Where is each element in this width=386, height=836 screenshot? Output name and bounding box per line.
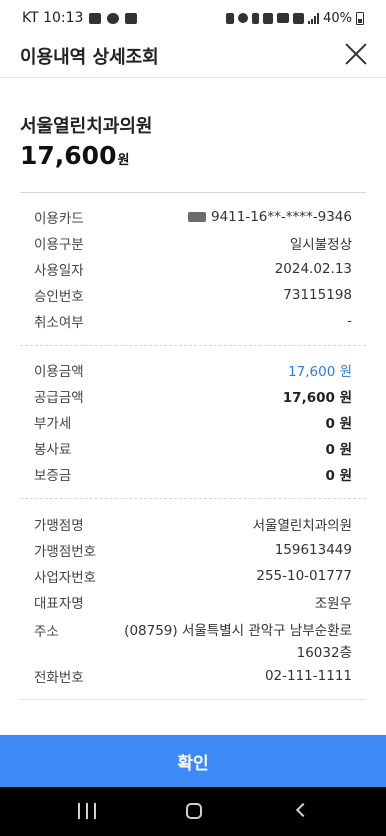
recent-apps-icon[interactable]	[78, 803, 96, 819]
page-title: 이용내역 상세조회	[20, 47, 159, 68]
signal-icon	[308, 12, 320, 24]
battery-text: 40%	[323, 10, 352, 26]
detail-value: 2024.02.13	[274, 261, 352, 277]
merchant-name: 서울열린치과의원	[20, 116, 153, 137]
merchant-label: 대표자명	[34, 596, 84, 612]
alarm-icon	[238, 13, 249, 23]
detail-row-type: 이용구분 일시불정상	[34, 232, 352, 254]
merchant-row-name: 가맹점명 서울열린치과의원	[34, 513, 352, 535]
merchant-label: 사업자번호	[34, 570, 97, 586]
total-amount-block: 17,600 원	[20, 141, 129, 170]
amount-value: 17,600 원	[282, 390, 352, 406]
merchant-row-number: 가맹점번호 159613449	[34, 539, 352, 561]
merchant-value: 159613449	[274, 542, 352, 558]
amount-value: 0 원	[325, 416, 352, 432]
detail-value: 73115198	[283, 287, 352, 303]
status-bar: KT 10:13 40%	[0, 0, 386, 36]
gallery-icon	[89, 12, 102, 24]
page-header: 이용내역 상세조회	[0, 36, 386, 78]
5g-icon	[293, 12, 305, 24]
section-divider	[20, 498, 366, 499]
total-amount: 17,600	[20, 141, 117, 170]
section-divider	[20, 345, 366, 346]
merchant-value: 서울열린치과의원	[252, 518, 352, 534]
detail-value: 일시불정상	[289, 237, 352, 253]
amount-row-vat: 부가세 0 원	[34, 411, 352, 433]
back-icon[interactable]	[295, 802, 311, 818]
card-icon	[187, 212, 206, 222]
talk-icon	[125, 12, 138, 24]
confirm-button[interactable]: 확인	[0, 735, 386, 787]
amount-row-usage: 이용금액 17,600 원	[34, 359, 352, 381]
card-number: 9411-16**-****-9346	[210, 209, 352, 225]
hd-icon	[277, 13, 290, 23]
status-time: KT 10:13	[22, 10, 84, 26]
amount-row-deposit: 보증금 0 원	[34, 463, 352, 485]
amount-label: 이용금액	[34, 364, 84, 380]
detail-value: -	[347, 313, 352, 329]
amount-row-supply: 공급금액 17,600 원	[34, 385, 352, 407]
chat-icon	[107, 12, 120, 24]
merchant-label: 전화번호	[34, 670, 84, 686]
detail-label: 사용일자	[34, 263, 84, 279]
battery-icon	[356, 11, 364, 25]
amount-value: 0 원	[325, 442, 352, 458]
home-icon[interactable]	[186, 803, 202, 819]
detail-label: 이용구분	[34, 237, 84, 253]
status-right: 40%	[226, 11, 364, 26]
close-icon[interactable]	[344, 42, 368, 66]
merchant-value: 02-111-1111	[264, 668, 352, 684]
nfc-icon	[226, 12, 235, 24]
merchant-label: 가맹점명	[34, 518, 84, 534]
detail-row-card: 이용카드 9411-16**-****-9346	[34, 206, 352, 228]
amount-label: 공급금액	[34, 390, 84, 406]
merchant-value: 255-10-01777	[256, 568, 352, 584]
detail-value-card: 9411-16**-****-9346	[187, 209, 352, 225]
merchant-row-phone: 전화번호 02-111-1111	[34, 665, 352, 687]
divider	[20, 192, 366, 193]
mute-icon	[263, 12, 274, 24]
detail-label: 이용카드	[34, 211, 84, 227]
detail-label: 승인번호	[34, 289, 84, 305]
total-unit: 원	[117, 153, 130, 168]
status-left: KT 10:13	[22, 10, 138, 26]
detail-row-date: 사용일자 2024.02.13	[34, 258, 352, 280]
amount-row-service: 봉사료 0 원	[34, 437, 352, 459]
detail-row-approval: 승인번호 73115198	[34, 284, 352, 306]
bluetooth-icon	[252, 12, 260, 24]
detail-row-cancel: 취소여부 -	[34, 310, 352, 332]
amount-label: 보증금	[34, 468, 72, 484]
merchant-value: 조원우	[314, 596, 352, 612]
amount-value: 0 원	[325, 468, 352, 484]
address-value: (08759) 서울특별시 관악구 남부순환로 16032층	[124, 623, 352, 661]
divider	[20, 699, 366, 700]
detail-label: 취소여부	[34, 315, 84, 331]
merchant-row-biz: 사업자번호 255-10-01777	[34, 565, 352, 587]
amount-label: 부가세	[34, 416, 72, 432]
merchant-row-ceo: 대표자명 조원우	[34, 591, 352, 613]
address-label: 주소	[34, 624, 59, 640]
amount-value: 17,600 원	[288, 364, 352, 380]
amount-label: 봉사료	[34, 442, 72, 458]
system-nav-bar	[0, 787, 386, 836]
merchant-label: 가맹점번호	[34, 544, 97, 560]
